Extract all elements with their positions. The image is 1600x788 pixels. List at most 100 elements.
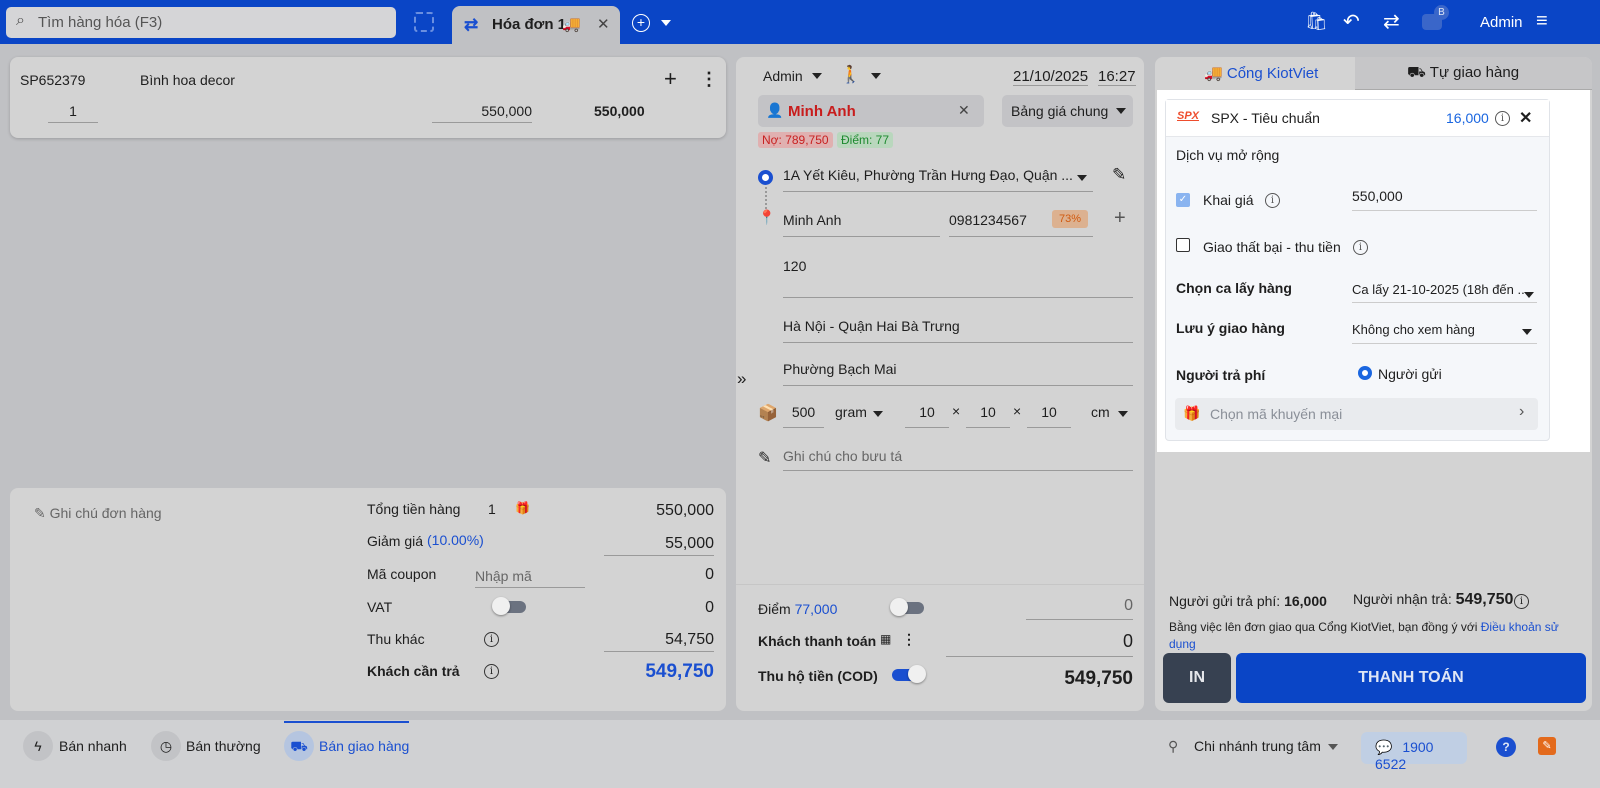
height-input[interactable]: 10 (1027, 404, 1071, 428)
declare-value-label: Khai giá (1203, 192, 1254, 208)
coupon-input[interactable]: Nhập mã (475, 568, 585, 588)
declare-value-input[interactable]: 550,000 (1352, 188, 1537, 211)
chevron-down-icon (812, 73, 822, 79)
weight-input[interactable]: 500 (783, 404, 824, 428)
pickup-shift-select[interactable]: Ca lấy 21-10-2025 (18h đến ... (1352, 282, 1537, 303)
success-rate-badge: 73% (1052, 210, 1089, 228)
customer-field[interactable]: 👤 Minh Anh ✕ (758, 95, 984, 127)
points-text: Điểm (758, 601, 791, 617)
user-menu[interactable]: Admin (1480, 14, 1523, 31)
service-name: SPX - Tiêu chuẩn (1211, 110, 1320, 126)
spx-logo: SPX (1177, 110, 1200, 122)
vat-toggle[interactable] (492, 597, 526, 615)
more-icon[interactable]: ⋮ (700, 69, 718, 90)
pricebook-select[interactable]: Bảng giá chung (1002, 95, 1133, 127)
menu-icon[interactable]: ≡ (1536, 10, 1548, 33)
help-icon[interactable]: ? (1496, 737, 1516, 757)
qr-icon[interactable]: ▦ (880, 632, 891, 646)
width-input[interactable]: 10 (966, 404, 1010, 428)
checkout-button[interactable]: THANH TOÁN (1236, 653, 1586, 703)
bag-icon[interactable]: 🛍 (1305, 11, 1328, 32)
points-badge: Điểm: 77 (837, 132, 894, 148)
points-input[interactable]: 0 (1026, 597, 1133, 620)
edit-icon[interactable]: ✎ (1112, 165, 1126, 185)
time-field[interactable]: 16:27 (1098, 68, 1136, 86)
chevron-down-icon (1524, 292, 1534, 298)
chevron-down-icon[interactable] (871, 73, 881, 79)
from-address-select[interactable]: 1A Yết Kiêu, Phường Trần Hưng Đạo, Quận … (783, 167, 1093, 192)
info-icon[interactable]: i (1495, 111, 1510, 126)
info-icon[interactable]: i (484, 664, 499, 679)
clear-customer-icon[interactable]: ✕ (958, 102, 970, 119)
undo-icon[interactable]: ↶ (1343, 9, 1360, 34)
address-input[interactable]: 120 (783, 258, 1133, 298)
other-fee-value: 54,750 (604, 631, 714, 652)
points-toggle[interactable] (890, 598, 924, 616)
tab-dropdown-icon[interactable] (661, 20, 671, 26)
truck-icon: 🚚 (562, 16, 581, 33)
sync-icon[interactable]: ⇄ (1383, 9, 1400, 34)
receiver-name-input[interactable]: Minh Anh (783, 212, 940, 237)
search-placeholder: Tìm hàng hóa (F3) (38, 14, 163, 31)
barcode-scan-icon[interactable] (414, 12, 434, 32)
add-tab-icon[interactable]: + (632, 14, 650, 32)
quantity-input[interactable]: 1 (48, 103, 98, 123)
cod-label: Thu hộ tiền (COD) (758, 668, 878, 684)
tab-self-delivery[interactable]: ⛟ Tự giao hàng (1355, 57, 1592, 90)
close-tab-icon[interactable]: ✕ (597, 15, 610, 33)
receiver-pays-label: Người nhận trả: (1353, 591, 1452, 607)
sender-pays-label: Người gửi trả phí: (1169, 593, 1281, 609)
close-icon[interactable]: ✕ (1519, 108, 1532, 128)
fail-collect-checkbox[interactable] (1176, 238, 1190, 252)
mode-label: Bán giao hàng (319, 738, 410, 754)
promo-select[interactable]: 🎁 Chọn mã khuyến mại › (1175, 398, 1538, 430)
length-input[interactable]: 10 (905, 404, 949, 428)
info-icon[interactable]: i (484, 632, 499, 647)
dim-unit-select[interactable]: cm (1091, 404, 1110, 420)
bottom-bar (0, 720, 1600, 788)
more-icon[interactable]: ⋮ (902, 631, 916, 648)
discount-input[interactable]: 55,000 (604, 535, 714, 556)
seller-select[interactable]: Admin (763, 68, 803, 84)
times-sign: × (952, 403, 961, 419)
coupon-label: Mã coupon (367, 566, 437, 582)
date-field[interactable]: 21/10/2025 (1013, 68, 1089, 86)
order-info-panel: Admin 🚶 21/10/2025 16:27 👤 Minh Anh ✕ Bả… (736, 57, 1144, 711)
delivery-note-select[interactable]: Không cho xem hàng (1352, 322, 1537, 344)
tab-invoice-1[interactable]: ⇄ Hóa đơn 1 🚚 ✕ (452, 6, 620, 46)
info-icon[interactable]: i (1265, 193, 1280, 208)
feedback-icon[interactable]: ✎ (1538, 737, 1556, 755)
gift-icon[interactable]: 🎁 (515, 501, 530, 515)
weight-unit-select[interactable]: gram (835, 404, 867, 420)
customer-name: Minh Anh (788, 103, 856, 120)
walking-icon[interactable]: 🚶 (840, 65, 861, 85)
courier-icon: ⛟ (1407, 64, 1430, 81)
customer-pay-input[interactable]: 0 (946, 631, 1133, 657)
vat-value: 0 (705, 599, 714, 616)
other-fee-label: Thu khác (367, 631, 425, 647)
info-icon[interactable]: i (1514, 594, 1529, 609)
print-button[interactable]: IN (1163, 653, 1231, 703)
city-district-input[interactable]: Hà Nội - Quận Hai Bà Trưng (783, 318, 1133, 343)
search-input[interactable]: ⌕ Tìm hàng hóa (F3) (6, 7, 396, 38)
branch-select[interactable]: Chi nhánh trung tâm (1194, 738, 1321, 754)
add-icon[interactable]: + (1114, 207, 1126, 230)
postman-note-input[interactable]: Ghi chú cho bưu tá (783, 448, 1133, 471)
cod-toggle[interactable] (892, 665, 926, 683)
hotline-button[interactable]: 💬 1900 6522 (1361, 732, 1467, 772)
add-icon[interactable]: + (664, 66, 677, 92)
service-fee: 16,000 (1446, 110, 1489, 126)
expand-icon[interactable]: » (737, 369, 746, 389)
ward-input[interactable]: Phường Bạch Mai (783, 361, 1133, 386)
tab-kiotviet-gateway[interactable]: 🚚 Cổng KiotViet (1155, 57, 1355, 90)
mode-label: Bán nhanh (59, 738, 127, 754)
product-line[interactable]: SP652379 Bình hoa decor + ⋮ 1 550,000 55… (10, 57, 726, 138)
order-note-button[interactable]: ✎ Ghi chú đơn hàng (34, 505, 162, 522)
points-label: Điểm 77,000 (758, 601, 837, 617)
chevron-down-icon[interactable] (1077, 175, 1087, 181)
total-label: Tổng tiền hàng (367, 501, 461, 517)
info-icon[interactable]: i (1353, 240, 1368, 255)
declare-value-checkbox[interactable]: ✓ (1176, 193, 1190, 207)
sender-radio[interactable] (1358, 366, 1372, 380)
price-input[interactable]: 550,000 (432, 103, 532, 123)
